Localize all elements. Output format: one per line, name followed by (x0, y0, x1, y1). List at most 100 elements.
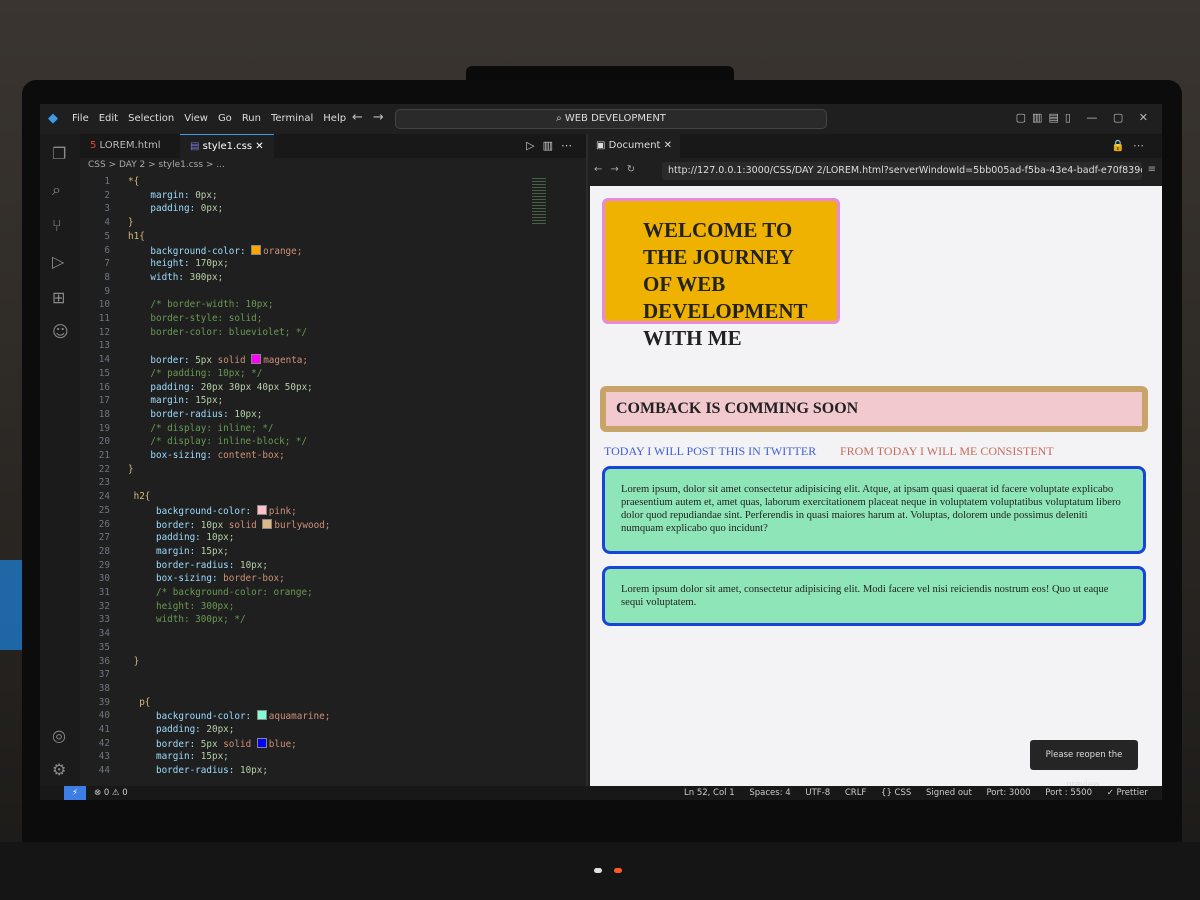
line-number: 28 (98, 545, 110, 557)
line-number: 18 (98, 408, 110, 420)
code-line: box-sizing: border-box; (128, 573, 285, 585)
workspace-name: WEB DEVELOPMENT (564, 113, 666, 124)
command-center-search[interactable]: ⌕ WEB DEVELOPMENT (395, 109, 827, 129)
line-number: 33 (98, 614, 110, 626)
close-icon[interactable]: ✕ (255, 141, 263, 152)
line-number: 5 (104, 230, 110, 242)
line-number: 32 (98, 600, 110, 612)
tab-lorem-html[interactable]: 5 LOREM.html (80, 134, 170, 158)
line-number: 42 (98, 737, 110, 749)
problems-count[interactable]: ⊗ 0 ⚠ 0 (94, 788, 128, 798)
code-line: h1{ (128, 230, 145, 242)
menu-help[interactable]: Help (323, 113, 346, 124)
remote-indicator-icon[interactable]: ⚡ (64, 786, 86, 800)
color-swatch-icon[interactable] (262, 518, 273, 529)
line-number: 21 (98, 450, 110, 461)
prettier[interactable]: ✓ Prettier (1107, 788, 1148, 798)
preview-url[interactable]: http://127.0.0.1:3000/CSS/DAY 2/LOREM.ht… (662, 162, 1142, 180)
menu-bar: File Edit Selection View Go Run Terminal… (72, 113, 356, 124)
color-swatch-icon[interactable] (256, 504, 267, 515)
minimap[interactable] (532, 178, 546, 226)
source-control-icon[interactable]: ⑂ (52, 216, 62, 235)
menu-view[interactable]: View (184, 113, 208, 124)
code-line: padding: 10px; (128, 532, 235, 544)
color-swatch-icon[interactable] (251, 354, 262, 365)
preview-actions[interactable]: 🔒⋯ (1111, 139, 1152, 152)
consistent-text: FROM TODAY I WILL ME CONSISTENT (840, 444, 1054, 458)
settings-gear-icon[interactable]: ⚙ (52, 760, 66, 779)
code-line: border-radius: 10px; (128, 408, 263, 420)
cursor-position[interactable]: Ln 52, Col 1 (684, 788, 735, 798)
code-line: h2{ (128, 491, 151, 503)
code-editor[interactable]: 1 *{2 margin: 0px; 3 padding: 0px; 4} 5 h1{6 … (80, 174, 586, 786)
line-endings[interactable]: CRLF (845, 788, 866, 798)
account-icon[interactable]: ◎ (52, 726, 66, 745)
line-number: 41 (98, 724, 110, 735)
copilot-icon[interactable]: ☺ (52, 322, 69, 341)
line-number: 25 (98, 504, 110, 516)
code-line: border-radius: 10px; (128, 765, 268, 777)
code-line: /* background-color: orange; (128, 587, 313, 598)
window-controls[interactable]: ▢▥▤▯ — ▢ ✕ (1016, 111, 1154, 124)
explorer-icon[interactable]: ❐ (52, 144, 66, 163)
menu-run[interactable]: Run (242, 113, 261, 124)
line-number: 23 (98, 477, 110, 489)
tab-document[interactable]: ▣ Document ✕ (588, 134, 681, 158)
line-number: 7 (104, 258, 110, 270)
search-icon[interactable]: ⌕ (52, 180, 61, 200)
menu-go[interactable]: Go (218, 113, 232, 124)
color-swatch-icon[interactable] (256, 737, 267, 748)
line-number: 39 (98, 696, 110, 708)
line-number: 16 (98, 381, 110, 393)
code-line: margin: 15px; (128, 545, 229, 557)
tab-label: Document (608, 140, 661, 151)
status-bar: ⚡ ⊗ 0 ⚠ 0 Ln 52, Col 1 Spaces: 4 UTF-8 C… (40, 786, 1162, 800)
status-led (594, 868, 602, 873)
color-swatch-icon[interactable] (256, 710, 267, 721)
menu-selection[interactable]: Selection (128, 113, 174, 124)
line-number: 12 (98, 326, 110, 338)
language-mode[interactable]: {} CSS (881, 788, 911, 798)
tab-style1-css[interactable]: ▤ style1.css ✕ (180, 134, 274, 159)
extensions-icon[interactable]: ⊞ (52, 288, 65, 307)
code-line: height: 170px; (128, 258, 229, 270)
line-number: 6 (104, 244, 110, 256)
code-line: border-style: solid; (128, 313, 263, 324)
menu-terminal[interactable]: Terminal (271, 113, 313, 124)
port-5500[interactable]: Port : 5500 (1045, 788, 1092, 798)
h1-text: WELCOME TO THE JOURNEY OF WEB DEVELOPMEN… (643, 218, 808, 350)
menu-file[interactable]: File (72, 113, 89, 124)
line-number: 24 (98, 491, 110, 503)
code-line: padding: 20px; (128, 724, 235, 735)
breadcrumb[interactable]: CSS > DAY 2 > style1.css > ... (88, 160, 225, 170)
encoding[interactable]: UTF-8 (805, 788, 830, 798)
line-number: 15 (98, 367, 110, 379)
code-line: border: 5px solid blue; (128, 737, 297, 750)
code-line: margin: 0px; (128, 189, 218, 201)
line-number: 38 (98, 682, 110, 694)
preview-tabs: ▣ Document ✕ 🔒⋯ (588, 134, 1162, 158)
tab-label: LOREM.html (99, 140, 161, 151)
run-debug-icon[interactable]: ▷ (52, 252, 64, 271)
reopen-preview-toast[interactable]: Please reopen the preview. (1030, 740, 1138, 786)
html-file-icon: 5 (90, 140, 100, 151)
line-number: 26 (98, 518, 110, 530)
line-number: 29 (98, 559, 110, 571)
back-forward-icon[interactable]: ←→ (352, 110, 394, 125)
code-line: } (128, 463, 134, 475)
hamburger-menu-icon[interactable]: ≡ (1148, 164, 1156, 175)
color-swatch-icon[interactable] (251, 244, 262, 255)
editor-actions[interactable]: ▷▥⋯ (526, 139, 580, 152)
indentation[interactable]: Spaces: 4 (749, 788, 790, 798)
line-number: 44 (98, 765, 110, 777)
split-divider[interactable] (586, 134, 588, 786)
close-icon[interactable]: ✕ (664, 140, 672, 151)
line-number: 20 (98, 436, 110, 448)
signed-out[interactable]: Signed out (926, 788, 972, 798)
browser-icon: ▣ (596, 140, 609, 151)
back-forward-refresh-icon[interactable]: ←→↻ (594, 164, 643, 175)
menu-edit[interactable]: Edit (99, 113, 118, 124)
line-number: 2 (104, 189, 110, 201)
line-number: 10 (98, 299, 110, 311)
port-3000[interactable]: Port: 3000 (986, 788, 1030, 798)
